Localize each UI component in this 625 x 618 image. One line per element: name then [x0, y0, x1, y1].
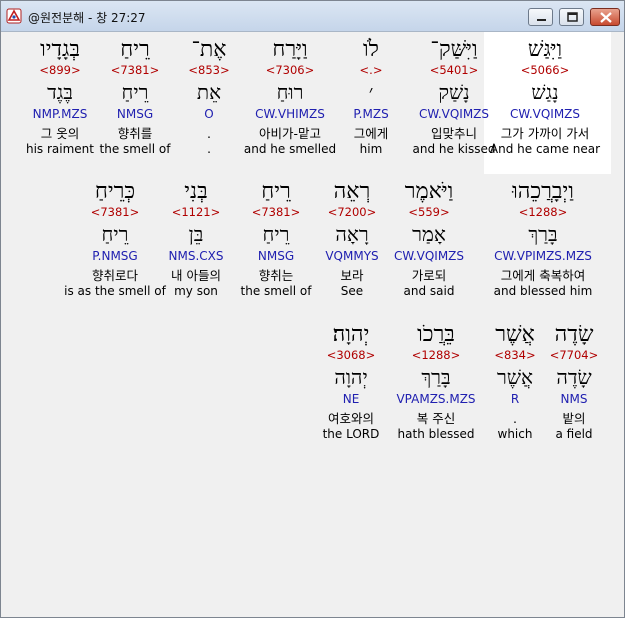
analysis-pane[interactable]: וַיִּגַּשׁ <5066> נָגַשׁ CW.VQIMZS 그가 가까이 가서…: [5, 32, 620, 614]
close-button[interactable]: [590, 8, 620, 26]
window-title: @원전분해 - 창 27:27: [28, 11, 146, 25]
korean-gloss: 여호와의: [327, 411, 374, 426]
strong-number: <7381>: [90, 205, 140, 219]
hebrew-word: בְּגָדָיו: [40, 37, 80, 62]
word-cell[interactable]: בְּגָדָיו <899> בֶּגֶד NMP.MZS 그 옷의 his raime…: [0, 37, 125, 157]
korean-gloss: 그에게 축복하여: [500, 268, 586, 283]
close-icon: [600, 12, 612, 23]
morphology-code: CW.VPIMZS.MZS: [494, 249, 592, 263]
root-word: רֵיחַ: [101, 222, 129, 246]
root-word: יְהוָה: [334, 365, 368, 389]
strong-number: <899>: [39, 63, 81, 77]
strong-number: <3068>: [326, 348, 376, 362]
korean-gloss: 그 옷의: [40, 126, 80, 141]
app-window: @원전분해 - 창 27:27 וַיִּגַּשׁ <5066> נָגַשׁ CW…: [0, 0, 625, 618]
minimize-button[interactable]: [528, 8, 553, 26]
maximize-button[interactable]: [559, 8, 584, 26]
korean-gloss: 향취로다: [91, 268, 138, 283]
title-bar[interactable]: @원전분해 - 창 27:27: [1, 1, 624, 32]
morphology-code: P.NMSG: [92, 249, 138, 263]
english-gloss: is as the smell of: [64, 284, 166, 298]
root-word: בֶּגֶד: [47, 80, 73, 104]
word-cell[interactable]: וַיְבָרֲכֵהוּ <1288> בָּרַךְ CW.VPIMZS.MZS 그…: [478, 179, 608, 299]
english-gloss: the LORD: [322, 427, 380, 441]
english-gloss: his raiment: [25, 142, 94, 156]
root-word: בָּרַךְ: [528, 222, 558, 246]
word-cell[interactable]: כְּרֵיחַ <7381> רֵיחַ P.NMSG 향취로다 is as the s…: [50, 179, 180, 299]
word-cell[interactable]: יְהוָה׃ <3068> יְהוָה NE 여호와의 the LORD: [286, 322, 416, 442]
hebrew-word: כְּרֵיחַ: [94, 179, 136, 204]
morphology-code: NE: [342, 392, 360, 406]
strong-number: <1288>: [518, 205, 568, 219]
morphology-code: NMP.MZS: [32, 107, 88, 121]
minimize-icon: [537, 19, 546, 21]
hebrew-word: יְהוָה׃: [332, 322, 370, 347]
maximize-icon: [567, 12, 578, 22]
english-gloss: and blessed him: [493, 284, 593, 298]
hebrew-word: וַיְבָרֲכֵהוּ: [512, 179, 574, 204]
app-logo-icon: [6, 8, 22, 24]
